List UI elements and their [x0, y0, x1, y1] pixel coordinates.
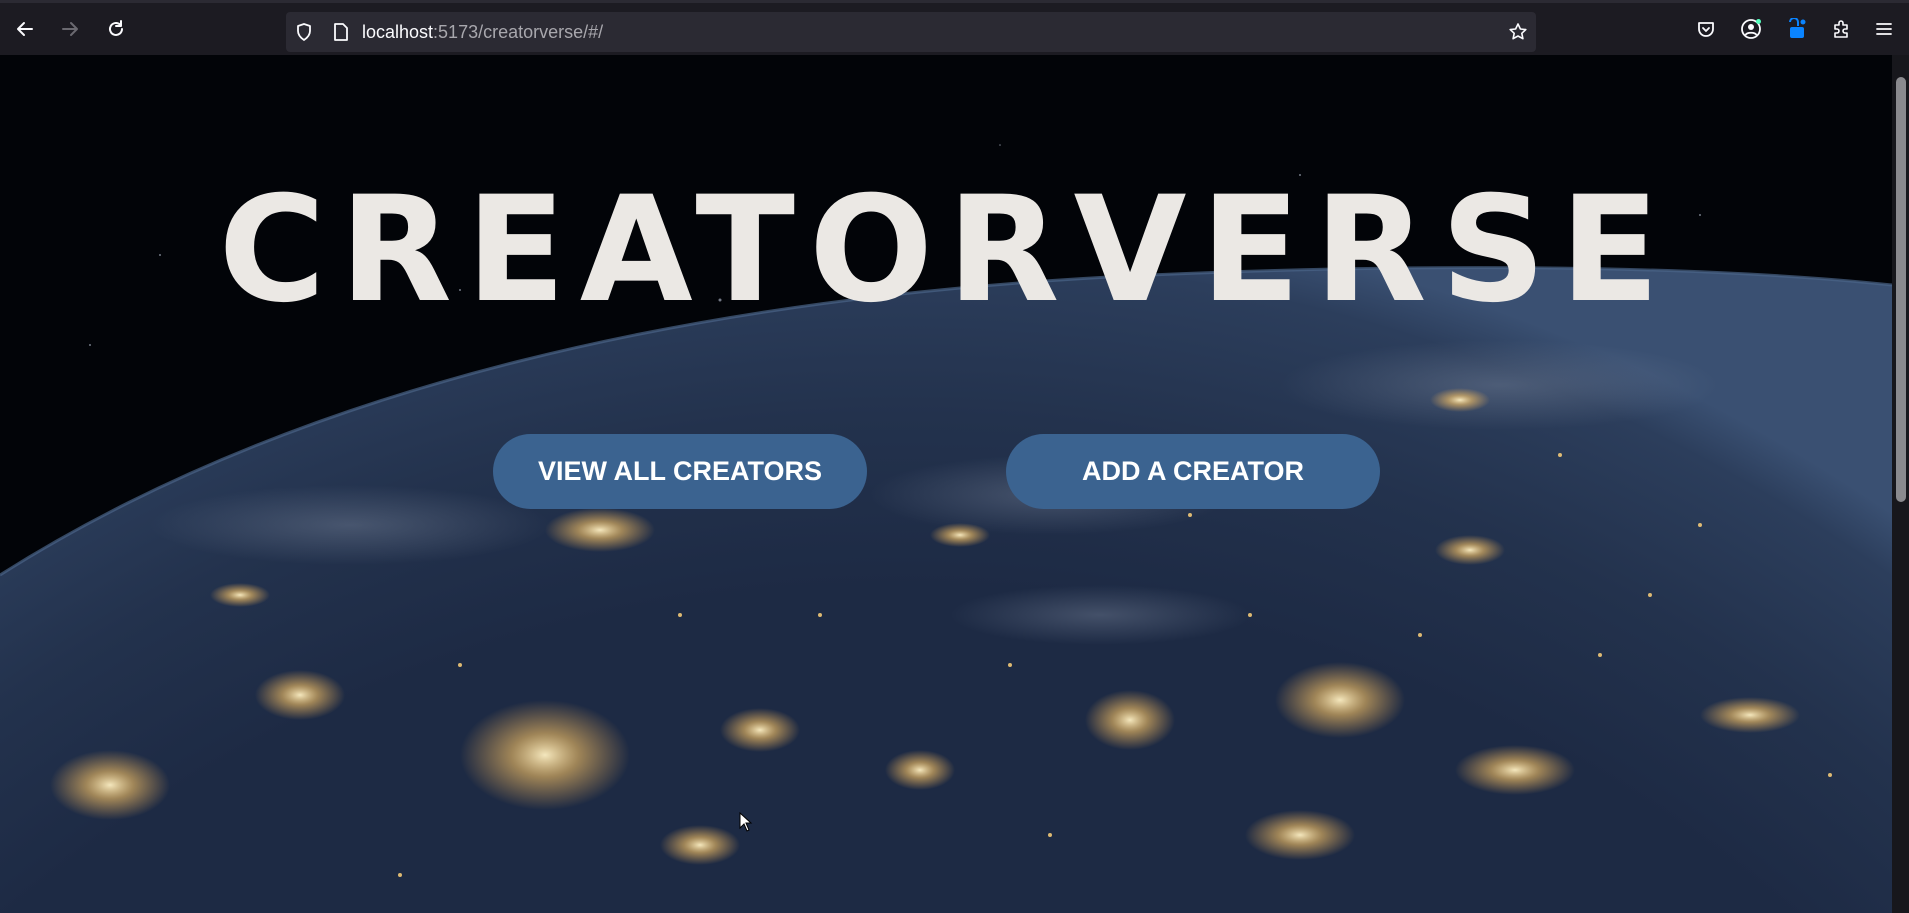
view-all-creators-button[interactable]: VIEW ALL CREATORS	[493, 434, 867, 509]
forward-arrow-icon[interactable]	[56, 15, 84, 43]
page-viewport: CREATORVERSE VIEW ALL CREATORS ADD A CRE…	[0, 55, 1892, 913]
page-icon	[330, 21, 352, 43]
url-text[interactable]: localhost:5173/creatorverse/#/	[362, 21, 603, 43]
star-icon[interactable]	[1507, 21, 1529, 43]
pocket-icon[interactable]	[1692, 15, 1720, 43]
browser-toolbar: localhost:5173/creatorverse/#/	[0, 0, 1909, 55]
back-arrow-icon[interactable]	[11, 15, 39, 43]
hamburger-menu-icon[interactable]	[1872, 15, 1896, 43]
account-icon[interactable]	[1737, 15, 1765, 43]
browser-window: localhost:5173/creatorverse/#/ CREATORVE…	[0, 0, 1909, 913]
shield-icon[interactable]	[293, 21, 315, 43]
page-scrollbar[interactable]	[1892, 55, 1909, 913]
reload-icon[interactable]	[102, 15, 130, 43]
scrollbar-thumb[interactable]	[1896, 77, 1906, 502]
puzzle-icon[interactable]	[1827, 15, 1855, 43]
url-path: :5173/creatorverse/#/	[433, 22, 604, 42]
page-title: CREATORVERSE	[218, 165, 1674, 335]
mouse-cursor-icon	[739, 812, 753, 832]
lock-extension-icon[interactable]	[1782, 15, 1810, 43]
url-host: localhost	[362, 22, 434, 42]
add-creator-button[interactable]: ADD A CREATOR	[1006, 434, 1380, 509]
url-bar[interactable]: localhost:5173/creatorverse/#/	[286, 12, 1536, 52]
